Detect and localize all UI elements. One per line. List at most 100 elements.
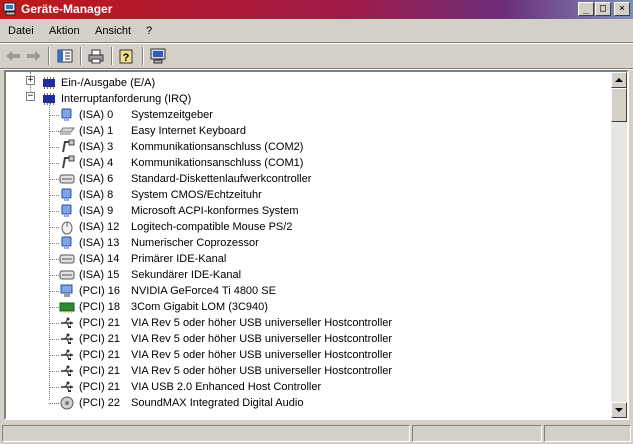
device-name: Numerischer Coprozessor [131, 237, 259, 249]
chip-icon [43, 93, 55, 105]
device-row[interactable]: (PCI) 21 VIA Rev 5 oder höher USB univers… [79, 315, 392, 331]
device-manager-window: Geräte-Manager _ □ × Datei Aktion Ansich… [0, 0, 633, 444]
irq-number: (PCI) 22 [79, 397, 120, 409]
tree-connector [49, 211, 59, 212]
device-row[interactable]: (PCI) 21 VIA Rev 5 oder höher USB univers… [79, 363, 392, 379]
device-row[interactable]: (ISA) 13 Numerischer Coprozessor [79, 235, 259, 251]
device-name: Microsoft ACPI-konformes System [131, 205, 299, 217]
menu-datei[interactable]: Datei [8, 25, 34, 37]
keyboard-icon [59, 127, 75, 135]
toolbar-separator [48, 47, 50, 65]
scroll-thumb[interactable] [611, 88, 627, 122]
tree-connector [49, 227, 59, 228]
vertical-scrollbar[interactable] [611, 72, 627, 418]
device-name: Systemzeitgeber [131, 109, 213, 121]
collapse-toggle[interactable]: − [26, 92, 35, 101]
irq-number: (ISA) 8 [79, 189, 114, 201]
arrow-down-icon [615, 408, 623, 412]
irq-number: (ISA) 15 [79, 269, 120, 281]
device-name: Standard-Diskettenlaufwerkcontroller [131, 173, 312, 185]
device-name: VIA Rev 5 oder höher USB universeller Ho… [131, 317, 393, 329]
irq-number: (PCI) 21 [79, 317, 120, 329]
disk-controller-icon [59, 254, 75, 264]
device-tree-content: + Ein-/Ausgabe (E/A) − Interruptanforder… [6, 72, 613, 418]
device-row[interactable]: (ISA) 6 Standard-Diskettenlaufwerkcontrol… [79, 171, 311, 187]
tree-connector [49, 163, 59, 164]
print-icon[interactable] [86, 46, 106, 66]
irq-number: (PCI) 21 [79, 381, 120, 393]
system-device-icon [61, 108, 72, 121]
expand-toggle[interactable]: + [26, 76, 35, 85]
device-row[interactable]: (PCI) 21 VIA Rev 5 oder höher USB univers… [79, 347, 392, 363]
menu-help[interactable]: ? [146, 25, 152, 37]
menu-ansicht[interactable]: Ansicht [95, 25, 131, 37]
device-row[interactable]: (ISA) 9 Microsoft ACPI-konformes System [79, 203, 299, 219]
status-panel-3 [544, 425, 631, 442]
disk-controller-icon [59, 270, 75, 280]
disk-controller-icon [59, 174, 75, 184]
device-row[interactable]: (ISA) 8 System CMOS/Echtzeituhr [79, 187, 262, 203]
computer-icon[interactable] [148, 46, 168, 66]
network-adapter-icon [59, 302, 75, 313]
device-row[interactable]: (ISA) 15 Sekundärer IDE-Kanal [79, 267, 241, 283]
tree-connector [49, 403, 59, 404]
arrow-up-icon [615, 78, 623, 82]
usb-icon [61, 365, 73, 376]
properties-pane-icon[interactable] [55, 46, 75, 66]
device-row[interactable]: (ISA) 1 Easy Internet Keyboard [79, 123, 246, 139]
device-row[interactable]: (ISA) 4 Kommunikationsanschluss (COM1) [79, 155, 303, 171]
tree-connector [49, 387, 59, 388]
tree-connector [49, 195, 59, 196]
device-name: System CMOS/Echtzeituhr [131, 189, 262, 201]
device-row[interactable]: (PCI) 22 SoundMAX Integrated Digital Audi… [79, 395, 303, 411]
irq-number: (PCI) 16 [79, 285, 120, 297]
scroll-down-button[interactable] [611, 402, 627, 418]
device-row[interactable]: (ISA) 14 Primärer IDE-Kanal [79, 251, 226, 267]
device-row[interactable]: (ISA) 0 Systemzeitgeber [79, 107, 213, 123]
irq-number: (ISA) 0 [79, 109, 114, 121]
close-button[interactable]: × [614, 2, 630, 16]
help-icon[interactable]: ? [117, 46, 137, 66]
device-name: SoundMAX Integrated Digital Audio [131, 397, 304, 409]
device-row[interactable]: (PCI) 16 NVIDIA GeForce4 Ti 4800 SE [79, 283, 276, 299]
minimize-button[interactable]: _ [578, 2, 594, 16]
device-name: Kommunikationsanschluss (COM2) [131, 141, 304, 153]
irq-number: (ISA) 14 [79, 253, 120, 265]
usb-icon [61, 317, 73, 328]
menu-aktion[interactable]: Aktion [49, 25, 80, 37]
device-row[interactable]: (PCI) 21 VIA USB 2.0 Enhanced Host Contro… [79, 379, 321, 395]
tree-connector [49, 291, 59, 292]
forward-icon[interactable] [24, 46, 44, 66]
device-row[interactable]: (ISA) 12 Logitech-compatible Mouse PS/2 [79, 219, 292, 235]
tree-connector [49, 259, 59, 260]
usb-icon [61, 349, 73, 360]
tree-connector [49, 323, 59, 324]
usb-icon [61, 381, 73, 392]
system-device-icon [61, 188, 72, 201]
device-name: 3Com Gigabit LOM (3C940) [131, 301, 268, 313]
irq-number: (ISA) 3 [79, 141, 114, 153]
irq-number: (PCI) 18 [79, 301, 120, 313]
tree-connector [49, 371, 59, 372]
device-name: Kommunikationsanschluss (COM1) [131, 157, 304, 169]
device-name: Sekundärer IDE-Kanal [131, 269, 242, 281]
title-bar[interactable]: Geräte-Manager _ □ × [0, 0, 633, 19]
device-row[interactable]: (ISA) 3 Kommunikationsanschluss (COM2) [79, 139, 303, 155]
toolbar-separator [80, 47, 82, 65]
toolbar-separator [111, 47, 113, 65]
device-name: VIA USB 2.0 Enhanced Host Controller [131, 381, 322, 393]
tree-category-irq[interactable]: Interruptanforderung (IRQ) [61, 91, 191, 107]
device-name: NVIDIA GeForce4 Ti 4800 SE [131, 285, 276, 297]
device-name: Primärer IDE-Kanal [131, 253, 227, 265]
toolbar-separator [142, 47, 144, 65]
irq-number: (ISA) 4 [79, 157, 114, 169]
tree-connector [49, 307, 59, 308]
device-row[interactable]: (PCI) 18 3Com Gigabit LOM (3C940) [79, 299, 268, 315]
window-title: Geräte-Manager [21, 2, 113, 16]
device-row[interactable]: (PCI) 21 VIA Rev 5 oder höher USB univers… [79, 331, 392, 347]
menu-bar: Datei Aktion Ansicht ? [0, 22, 633, 42]
maximize-button[interactable]: □ [595, 2, 611, 16]
back-icon[interactable] [3, 46, 23, 66]
tree-category-io[interactable]: Ein-/Ausgabe (E/A) [61, 75, 155, 91]
scroll-up-button[interactable] [611, 72, 627, 88]
